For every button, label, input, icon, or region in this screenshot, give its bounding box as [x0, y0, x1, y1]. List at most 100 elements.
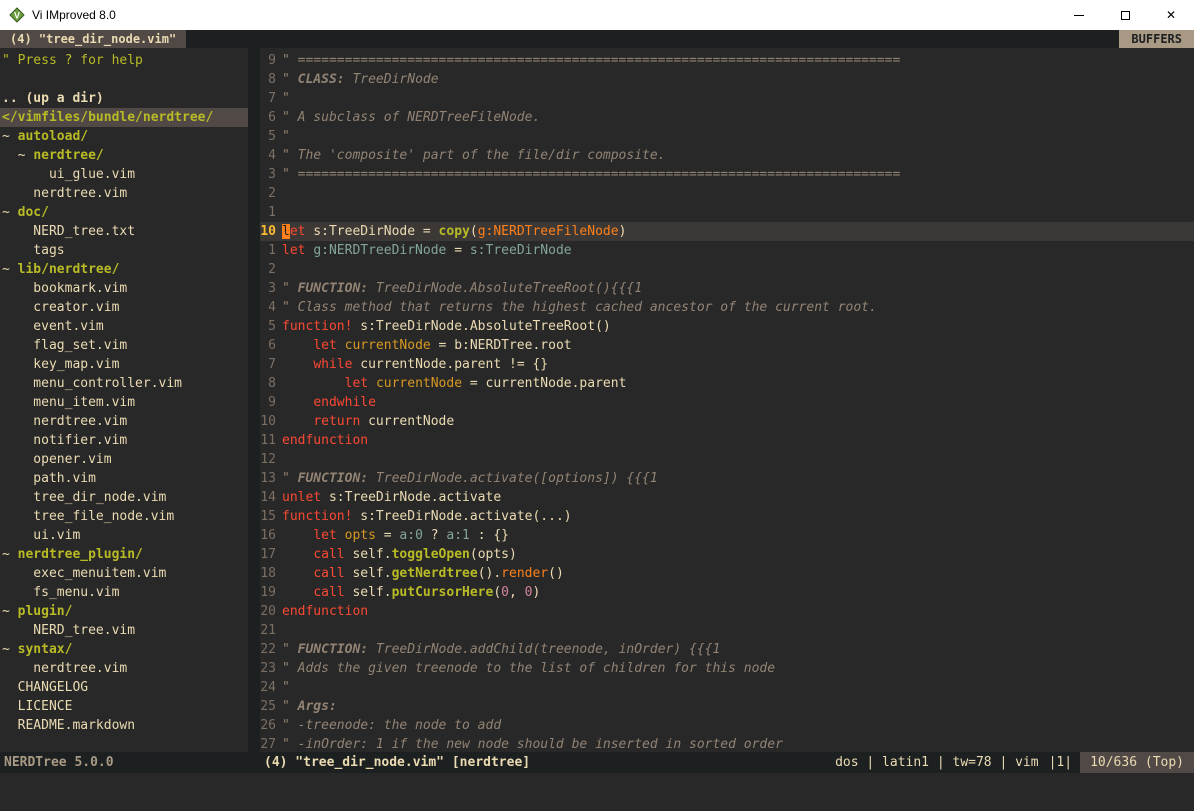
close-button[interactable]: ✕ [1148, 0, 1194, 30]
editor-line-current[interactable]: 10let s:TreeDirNode = copy(g:NERDTreeFil… [260, 222, 1194, 241]
editor-line[interactable]: 1 [260, 203, 1194, 222]
tree-item-file[interactable]: ui_glue.vim [0, 165, 248, 184]
line-number: 18 [260, 564, 282, 583]
file-name: tree_file_node.vim [2, 509, 174, 524]
dir-name: plugin/ [18, 604, 73, 619]
line-text: " [282, 127, 290, 146]
tree-item-file[interactable]: LICENCE [0, 697, 248, 716]
tree-item-file[interactable]: menu_item.vim [0, 393, 248, 412]
tree-item-root[interactable]: </vimfiles/bundle/nerdtree/ [0, 108, 248, 127]
tree-item-file[interactable]: NERD_tree.vim [0, 621, 248, 640]
tree-item-dir[interactable]: ~ nerdtree_plugin/ [0, 545, 248, 564]
tree-item-file[interactable]: nerdtree.vim [0, 412, 248, 431]
tree-item-dir[interactable]: ~ plugin/ [0, 602, 248, 621]
dir-expander: ~ [2, 129, 18, 144]
editor-line[interactable]: 22" FUNCTION: TreeDirNode.addChild(treen… [260, 640, 1194, 659]
editor-line[interactable]: 3" =====================================… [260, 165, 1194, 184]
editor-line[interactable]: 9" =====================================… [260, 51, 1194, 70]
editor-line[interactable]: 9 endwhile [260, 393, 1194, 412]
tree-item-file[interactable]: tree_file_node.vim [0, 507, 248, 526]
editor-line[interactable]: 2 [260, 184, 1194, 203]
tree-item-dir[interactable]: ~ doc/ [0, 203, 248, 222]
tree-item-dir[interactable]: ~ autoload/ [0, 127, 248, 146]
dir-name: lib/nerdtree/ [18, 262, 120, 277]
editor-line[interactable]: 20endfunction [260, 602, 1194, 621]
tree-item-file[interactable]: tags [0, 241, 248, 260]
tree-item-dir[interactable]: ~ lib/nerdtree/ [0, 260, 248, 279]
vim-logo-icon: V [9, 7, 25, 23]
tree-item-dir[interactable]: ~ nerdtree/ [0, 146, 248, 165]
line-text: let g:NERDTreeDirNode = s:TreeDirNode [282, 241, 572, 260]
minimize-button[interactable] [1056, 0, 1102, 30]
editor-line[interactable]: 19 call self.putCursorHere(0, 0) [260, 583, 1194, 602]
tree-item-file[interactable]: tree_dir_node.vim [0, 488, 248, 507]
editor-line[interactable]: 10 return currentNode [260, 412, 1194, 431]
buffers-tab[interactable]: BUFFERS [1119, 30, 1194, 48]
tree-item-file[interactable]: NERD_tree.txt [0, 222, 248, 241]
tree-item-file[interactable]: event.vim [0, 317, 248, 336]
tree-item-file[interactable]: nerdtree.vim [0, 659, 248, 678]
editor-line[interactable]: 18 call self.getNerdtree().render() [260, 564, 1194, 583]
tree-item-file[interactable]: README.markdown [0, 716, 248, 735]
tree-item-file[interactable]: nerdtree.vim [0, 184, 248, 203]
tree-item-file[interactable]: CHANGELOG [0, 678, 248, 697]
tree-item-file[interactable]: fs_menu.vim [0, 583, 248, 602]
file-name: bookmark.vim [2, 281, 127, 296]
tab-tree-dir-node[interactable]: (4) "tree_dir_node.vim" [0, 30, 186, 48]
editor-line[interactable]: 6" A subclass of NERDTreeFileNode. [260, 108, 1194, 127]
line-text: " Adds the given treenode to the list of… [282, 659, 775, 678]
vertical-split-divider[interactable] [248, 48, 260, 752]
tree-item-file[interactable]: ui.vim [0, 526, 248, 545]
editor-line[interactable]: 3" FUNCTION: TreeDirNode.AbsoluteTreeRoo… [260, 279, 1194, 298]
maximize-button[interactable] [1102, 0, 1148, 30]
editor-line[interactable]: 4" The 'composite' part of the file/dir … [260, 146, 1194, 165]
editor-line[interactable]: 5function! s:TreeDirNode.AbsoluteTreeRoo… [260, 317, 1194, 336]
editor-line[interactable]: 26" -treenode: the node to add [260, 716, 1194, 735]
tree-item-file[interactable]: notifier.vim [0, 431, 248, 450]
editor-line[interactable]: 5" [260, 127, 1194, 146]
editor-line[interactable]: 7 while currentNode.parent != {} [260, 355, 1194, 374]
editor-line[interactable]: 14unlet s:TreeDirNode.activate [260, 488, 1194, 507]
editor-line[interactable]: 15function! s:TreeDirNode.activate(...) [260, 507, 1194, 526]
editor-line[interactable]: 12 [260, 450, 1194, 469]
editor-line[interactable]: 2 [260, 260, 1194, 279]
tree-item-dir[interactable]: ~ syntax/ [0, 640, 248, 659]
editor-line[interactable]: 6 let currentNode = b:NERDTree.root [260, 336, 1194, 355]
editor-line[interactable]: 23" Adds the given treenode to the list … [260, 659, 1194, 678]
tree-item-file[interactable]: exec_menuitem.vim [0, 564, 248, 583]
editor-line[interactable]: 8" CLASS: TreeDirNode [260, 70, 1194, 89]
editor-line[interactable]: 16 let opts = a:0 ? a:1 : {} [260, 526, 1194, 545]
editor-line[interactable]: 4" Class method that returns the highest… [260, 298, 1194, 317]
dir-name: nerdtree/ [33, 148, 103, 163]
tree-item-file[interactable]: bookmark.vim [0, 279, 248, 298]
line-number: 7 [260, 355, 282, 374]
editor-line[interactable]: 25" Args: [260, 697, 1194, 716]
editor-line[interactable]: 17 call self.toggleOpen(opts) [260, 545, 1194, 564]
line-text: unlet s:TreeDirNode.activate [282, 488, 501, 507]
line-number: 11 [260, 431, 282, 450]
tree-item-file[interactable]: opener.vim [0, 450, 248, 469]
editor-line[interactable]: 21 [260, 621, 1194, 640]
tree-item-up[interactable]: .. (up a dir) [0, 89, 248, 108]
editor-line[interactable]: 8 let currentNode = currentNode.parent [260, 374, 1194, 393]
editor-line[interactable]: 7" [260, 89, 1194, 108]
line-number: 6 [260, 108, 282, 127]
window-controls: ✕ [1056, 0, 1194, 30]
line-number: 3 [260, 165, 282, 184]
editor-lines[interactable]: 9" =====================================… [260, 48, 1194, 752]
editor-line[interactable]: 1let g:NERDTreeDirNode = s:TreeDirNode [260, 241, 1194, 260]
tree-item-file[interactable]: path.vim [0, 469, 248, 488]
editor-line[interactable]: 13" FUNCTION: TreeDirNode.activate([opti… [260, 469, 1194, 488]
statusline-file-flags: dos | latin1 | tw=78 | vim [835, 752, 1049, 773]
statusline: NERDTree 5.0.0 (4) "tree_dir_node.vim" [… [0, 752, 1194, 773]
dir-expander: ~ [2, 205, 18, 220]
tree-item-file[interactable]: key_map.vim [0, 355, 248, 374]
command-line[interactable] [0, 773, 1194, 811]
text-cursor: l [282, 224, 290, 239]
editor-line[interactable]: 27" -inOrder: 1 if the new node should b… [260, 735, 1194, 752]
editor-line[interactable]: 11endfunction [260, 431, 1194, 450]
tree-item-file[interactable]: menu_controller.vim [0, 374, 248, 393]
editor-line[interactable]: 24" [260, 678, 1194, 697]
tree-item-file[interactable]: creator.vim [0, 298, 248, 317]
tree-item-file[interactable]: flag_set.vim [0, 336, 248, 355]
